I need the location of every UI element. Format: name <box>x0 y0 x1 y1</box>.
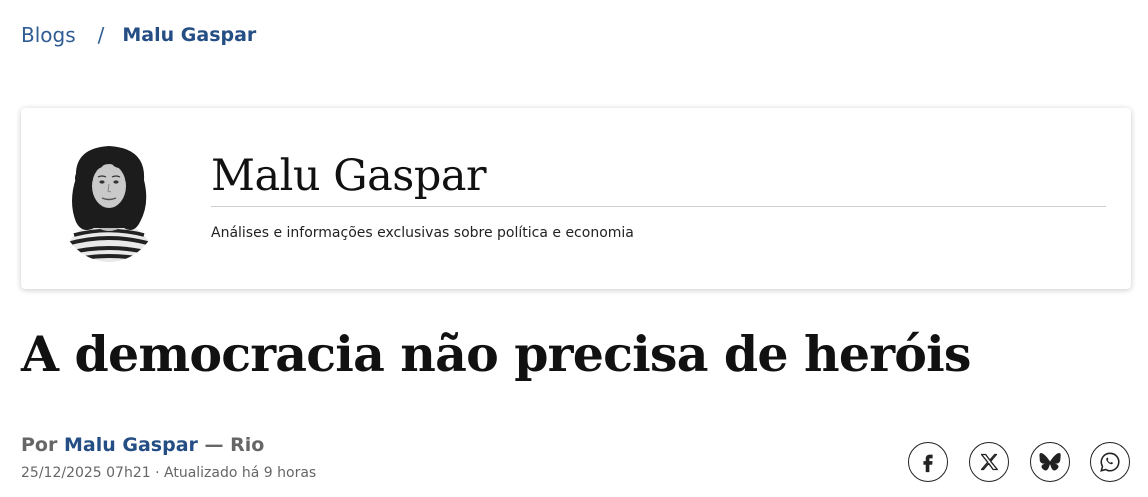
share-whatsapp-button[interactable] <box>1090 442 1130 482</box>
blog-header-card: Malu Gaspar Análises e informações exclu… <box>21 108 1131 289</box>
article-headline: A democracia não precisa de heróis <box>21 325 972 383</box>
breadcrumb-blogs-link[interactable]: Blogs <box>21 22 76 48</box>
breadcrumb-current-link[interactable]: Malu Gaspar <box>122 22 256 48</box>
bluesky-icon <box>1039 451 1061 473</box>
share-x-button[interactable] <box>969 442 1009 482</box>
byline-prefix: Por <box>21 434 58 456</box>
breadcrumb: Blogs / Malu Gaspar <box>21 22 256 48</box>
article-timestamp: 25/12/2025 07h21 · Atualizado há 9 horas <box>21 465 317 481</box>
byline-location: — Rio <box>204 434 265 456</box>
whatsapp-icon <box>1099 451 1121 473</box>
blog-title[interactable]: Malu Gaspar <box>211 148 487 204</box>
x-icon <box>979 452 999 472</box>
blog-description: Análises e informações exclusivas sobre … <box>211 225 634 241</box>
breadcrumb-separator: / <box>97 23 105 47</box>
author-avatar[interactable] <box>54 138 164 262</box>
facebook-icon <box>917 451 939 473</box>
share-bluesky-button[interactable] <box>1030 442 1070 482</box>
share-facebook-button[interactable] <box>908 442 948 482</box>
article-byline: Por Malu Gaspar — Rio <box>21 433 264 457</box>
author-link[interactable]: Malu Gaspar <box>64 434 198 456</box>
blog-title-divider <box>211 206 1106 207</box>
